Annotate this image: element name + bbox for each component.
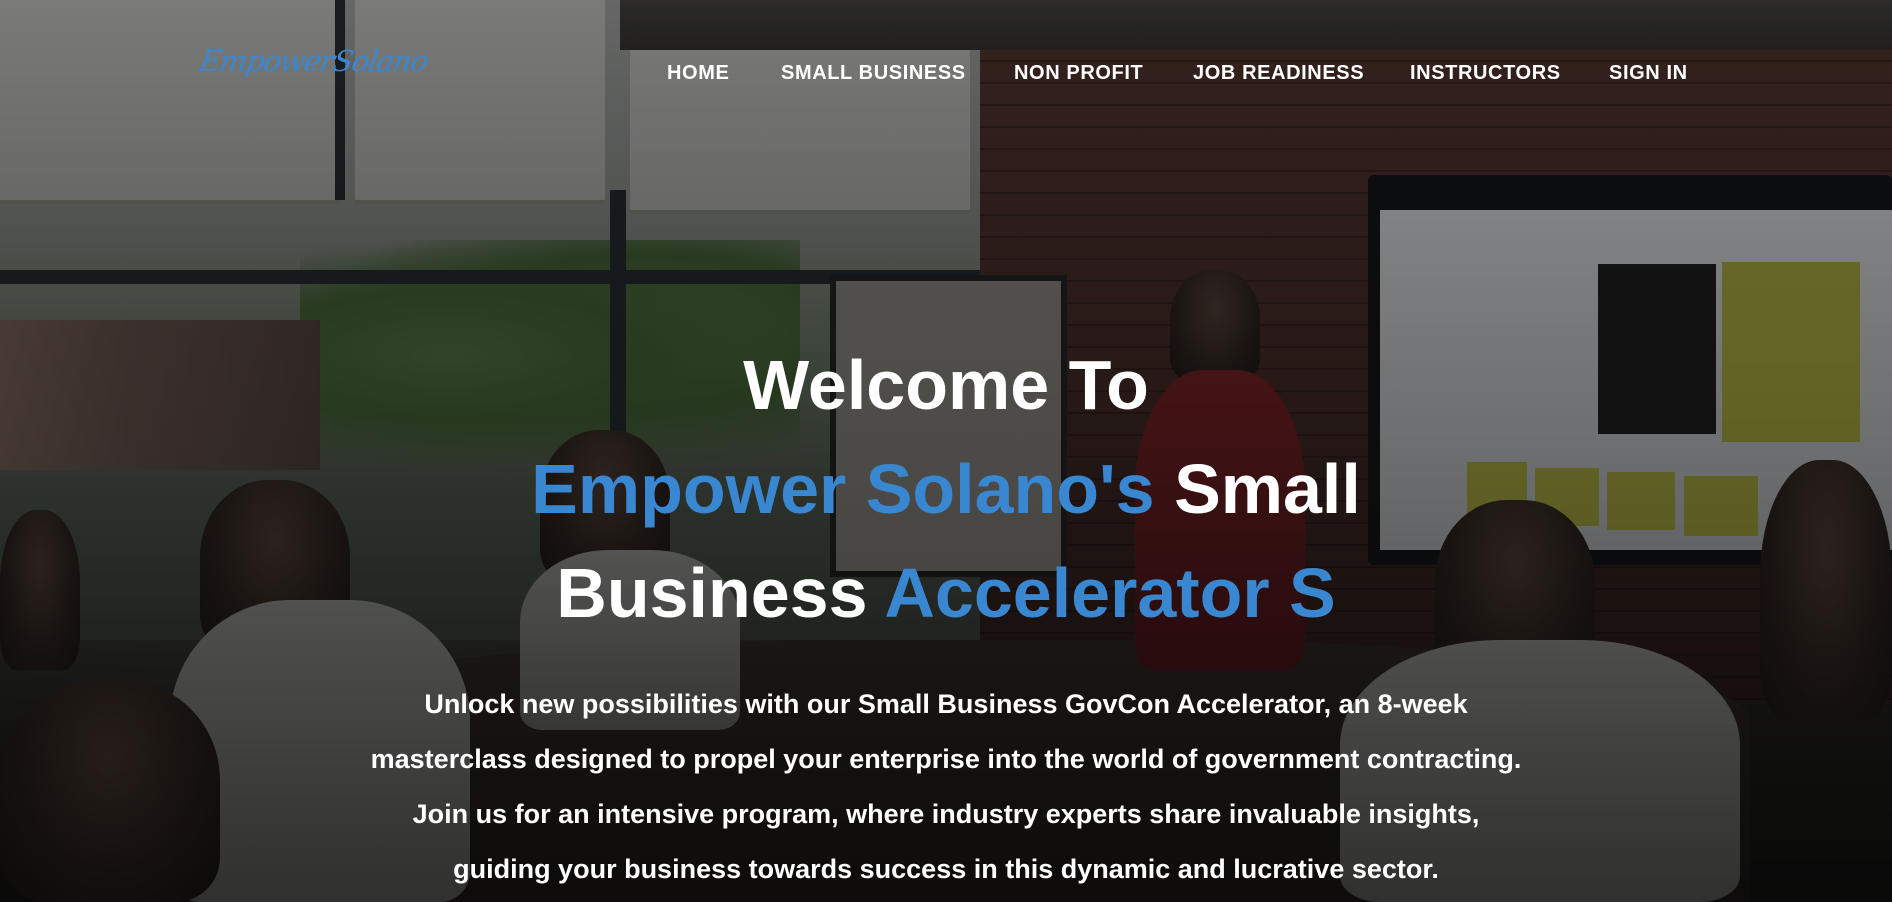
nav-home[interactable]: HOME (667, 62, 729, 85)
hero-title-line-2: Empower Solano's Small (0, 454, 1892, 524)
nav-non-profit[interactable]: NON PROFIT (1014, 62, 1143, 85)
hero-title-line-1: Welcome To (743, 346, 1149, 424)
nav-small-business[interactable]: SMALL BUSINESS (781, 62, 966, 85)
hero-description-line: guiding your business towards success in… (453, 854, 1439, 884)
hero-brand-name: Empower Solano's (531, 450, 1155, 528)
hero-description-line: masterclass designed to propel your ente… (370, 744, 1522, 774)
hero-description-line: Unlock new possibilities with our Small … (424, 689, 1468, 719)
hero-section: EmpowerSolano HOME SMALL BUSINESS NON PR… (0, 0, 1892, 902)
hero-title-line-3: Business Accelerator S (0, 558, 1892, 628)
hero-description-line: Join us for an intensive program, where … (412, 799, 1480, 829)
hero-title-text: Small (1174, 450, 1361, 528)
nav-sign-in[interactable]: SIGN IN (1609, 62, 1688, 85)
nav-instructors[interactable]: INSTRUCTORS (1410, 62, 1561, 85)
hero-title-text: Business (556, 554, 868, 632)
hero-typed-text: Accelerator S (884, 554, 1336, 632)
site-logo[interactable]: EmpowerSolano (196, 44, 431, 78)
nav-job-readiness[interactable]: JOB READINESS (1193, 62, 1364, 85)
